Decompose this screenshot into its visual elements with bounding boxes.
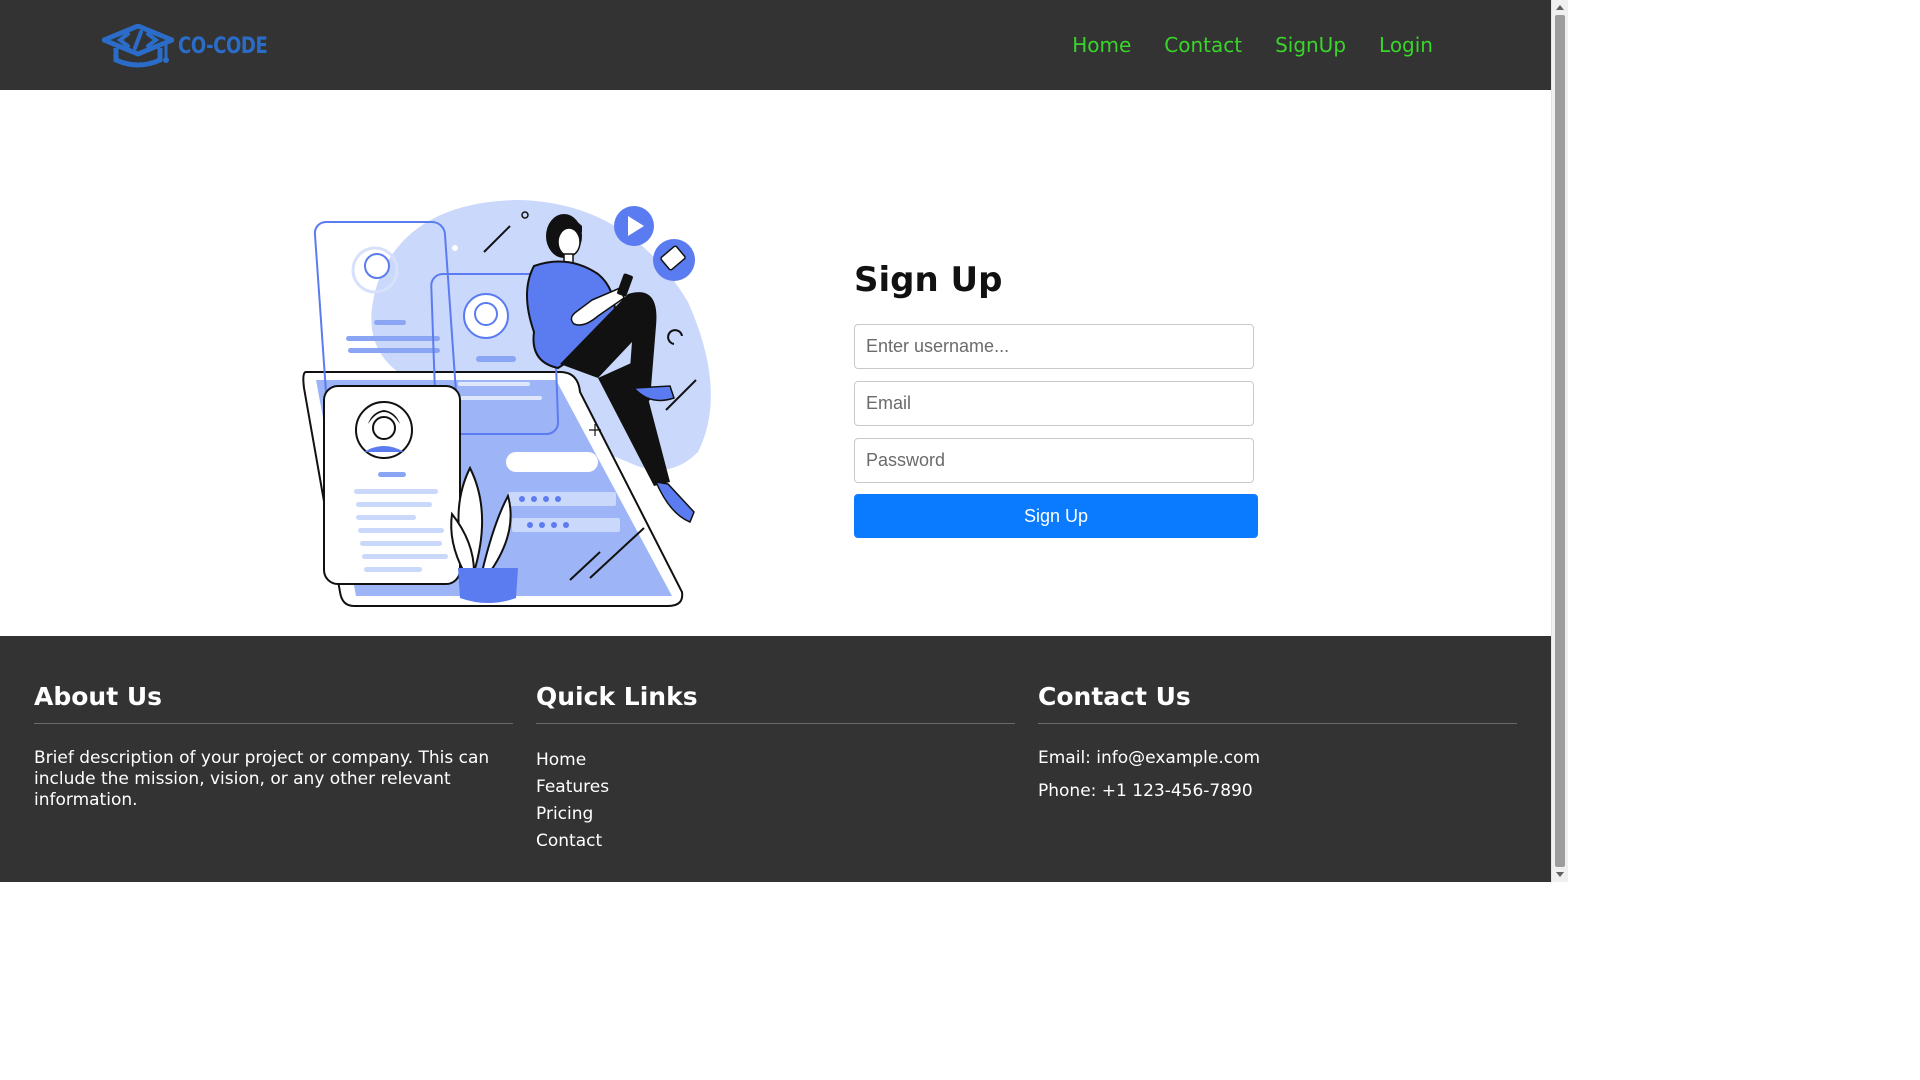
footer-contact-email: Email: info@example.com — [1038, 748, 1261, 768]
nav-contact[interactable]: Contact — [1164, 30, 1242, 60]
footer-contact-phone: Phone: +1 123-456-7890 — [1038, 781, 1253, 801]
nav-login[interactable]: Login — [1379, 30, 1433, 60]
footer-contact-section: Contact Us Email: info@example.com Phone… — [1038, 680, 1517, 802]
site-footer: About Us Brief description of your proje… — [0, 636, 1551, 882]
vertical-scrollbar[interactable] — [1551, 0, 1568, 882]
footer-quick-links-list: Home Features Pricing Contact — [536, 747, 1015, 855]
logo-text: CO-CODE — [178, 33, 268, 59]
footer-about-section: About Us Brief description of your proje… — [34, 680, 513, 811]
footer-about-text: Brief description of your project or com… — [34, 748, 490, 810]
main-nav: Home Contact SignUp Login — [1072, 30, 1433, 60]
footer-link-home[interactable]: Home — [536, 750, 586, 770]
woman-with-phone-signup-illustration — [302, 200, 711, 607]
footer-about-title: About Us — [34, 680, 513, 724]
nav-signup[interactable]: SignUp — [1275, 30, 1346, 60]
list-item: Home — [536, 747, 1015, 774]
password-input[interactable] — [854, 438, 1254, 483]
footer-link-pricing[interactable]: Pricing — [536, 804, 593, 824]
username-input[interactable] — [854, 324, 1254, 369]
footer-quick-links-section: Quick Links Home Features Pricing Contac… — [536, 680, 1015, 855]
scroll-up-arrow-icon[interactable] — [1556, 5, 1564, 10]
list-item: Pricing — [536, 801, 1015, 828]
footer-quick-links-title: Quick Links — [536, 680, 1015, 724]
signup-title: Sign Up — [854, 260, 1003, 300]
email-input[interactable] — [854, 381, 1254, 426]
graduation-cap-code-icon — [102, 24, 174, 68]
scroll-down-arrow-icon[interactable] — [1556, 872, 1564, 877]
footer-contact-title: Contact Us — [1038, 680, 1517, 724]
signup-submit-button[interactable]: Sign Up — [854, 494, 1258, 538]
list-item: Contact — [536, 828, 1015, 855]
list-item: Features — [536, 774, 1015, 801]
footer-link-contact[interactable]: Contact — [536, 831, 602, 851]
logo[interactable]: CO-CODE — [102, 24, 287, 68]
scrollbar-thumb[interactable] — [1555, 15, 1565, 867]
nav-home[interactable]: Home — [1072, 30, 1131, 60]
footer-link-features[interactable]: Features — [536, 777, 609, 797]
site-header: CO-CODE Home Contact SignUp Login — [0, 0, 1551, 90]
signup-illustration — [298, 192, 718, 612]
